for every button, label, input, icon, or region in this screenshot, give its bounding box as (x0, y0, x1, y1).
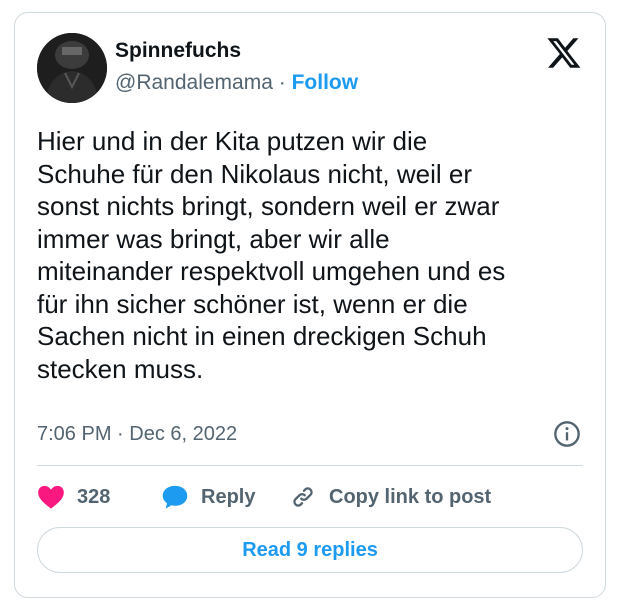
author-handle[interactable]: @Randalemama (115, 71, 273, 94)
x-logo-icon[interactable] (545, 35, 581, 71)
author-handle-row: @Randalemama · Follow (115, 71, 358, 95)
info-icon[interactable] (553, 420, 581, 448)
handle-separator: · (278, 71, 286, 94)
tweet-date[interactable]: Dec 6, 2022 (129, 423, 237, 445)
reply-label: Reply (201, 485, 256, 508)
timestamp-separator: · (117, 423, 124, 445)
like-count: 328 (77, 485, 111, 508)
copy-link-label: Copy link to post (329, 485, 492, 508)
tweet-time[interactable]: 7:06 PM (37, 423, 111, 445)
read-replies-button[interactable]: Read 9 replies (37, 527, 583, 573)
author-display-name[interactable]: Spinnefuchs (115, 39, 241, 63)
avatar[interactable] (37, 33, 107, 103)
tweet-timestamp: 7:06 PM · Dec 6, 2022 (37, 423, 237, 446)
speech-bubble-icon (162, 485, 188, 509)
tweet-text: Hier und in der Kita putzen wir die Schu… (37, 126, 506, 384)
copy-link-button[interactable]: Copy link to post (289, 481, 491, 513)
link-icon (293, 487, 313, 507)
avatar-image (37, 33, 107, 103)
heart-icon (38, 485, 64, 509)
divider (37, 465, 583, 466)
reply-button[interactable]: Reply (161, 481, 255, 513)
tweet-card: Spinnefuchs @Randalemama · Follow Hier u… (14, 12, 606, 598)
follow-link[interactable]: Follow (292, 71, 359, 94)
like-button[interactable]: 328 (37, 481, 110, 513)
